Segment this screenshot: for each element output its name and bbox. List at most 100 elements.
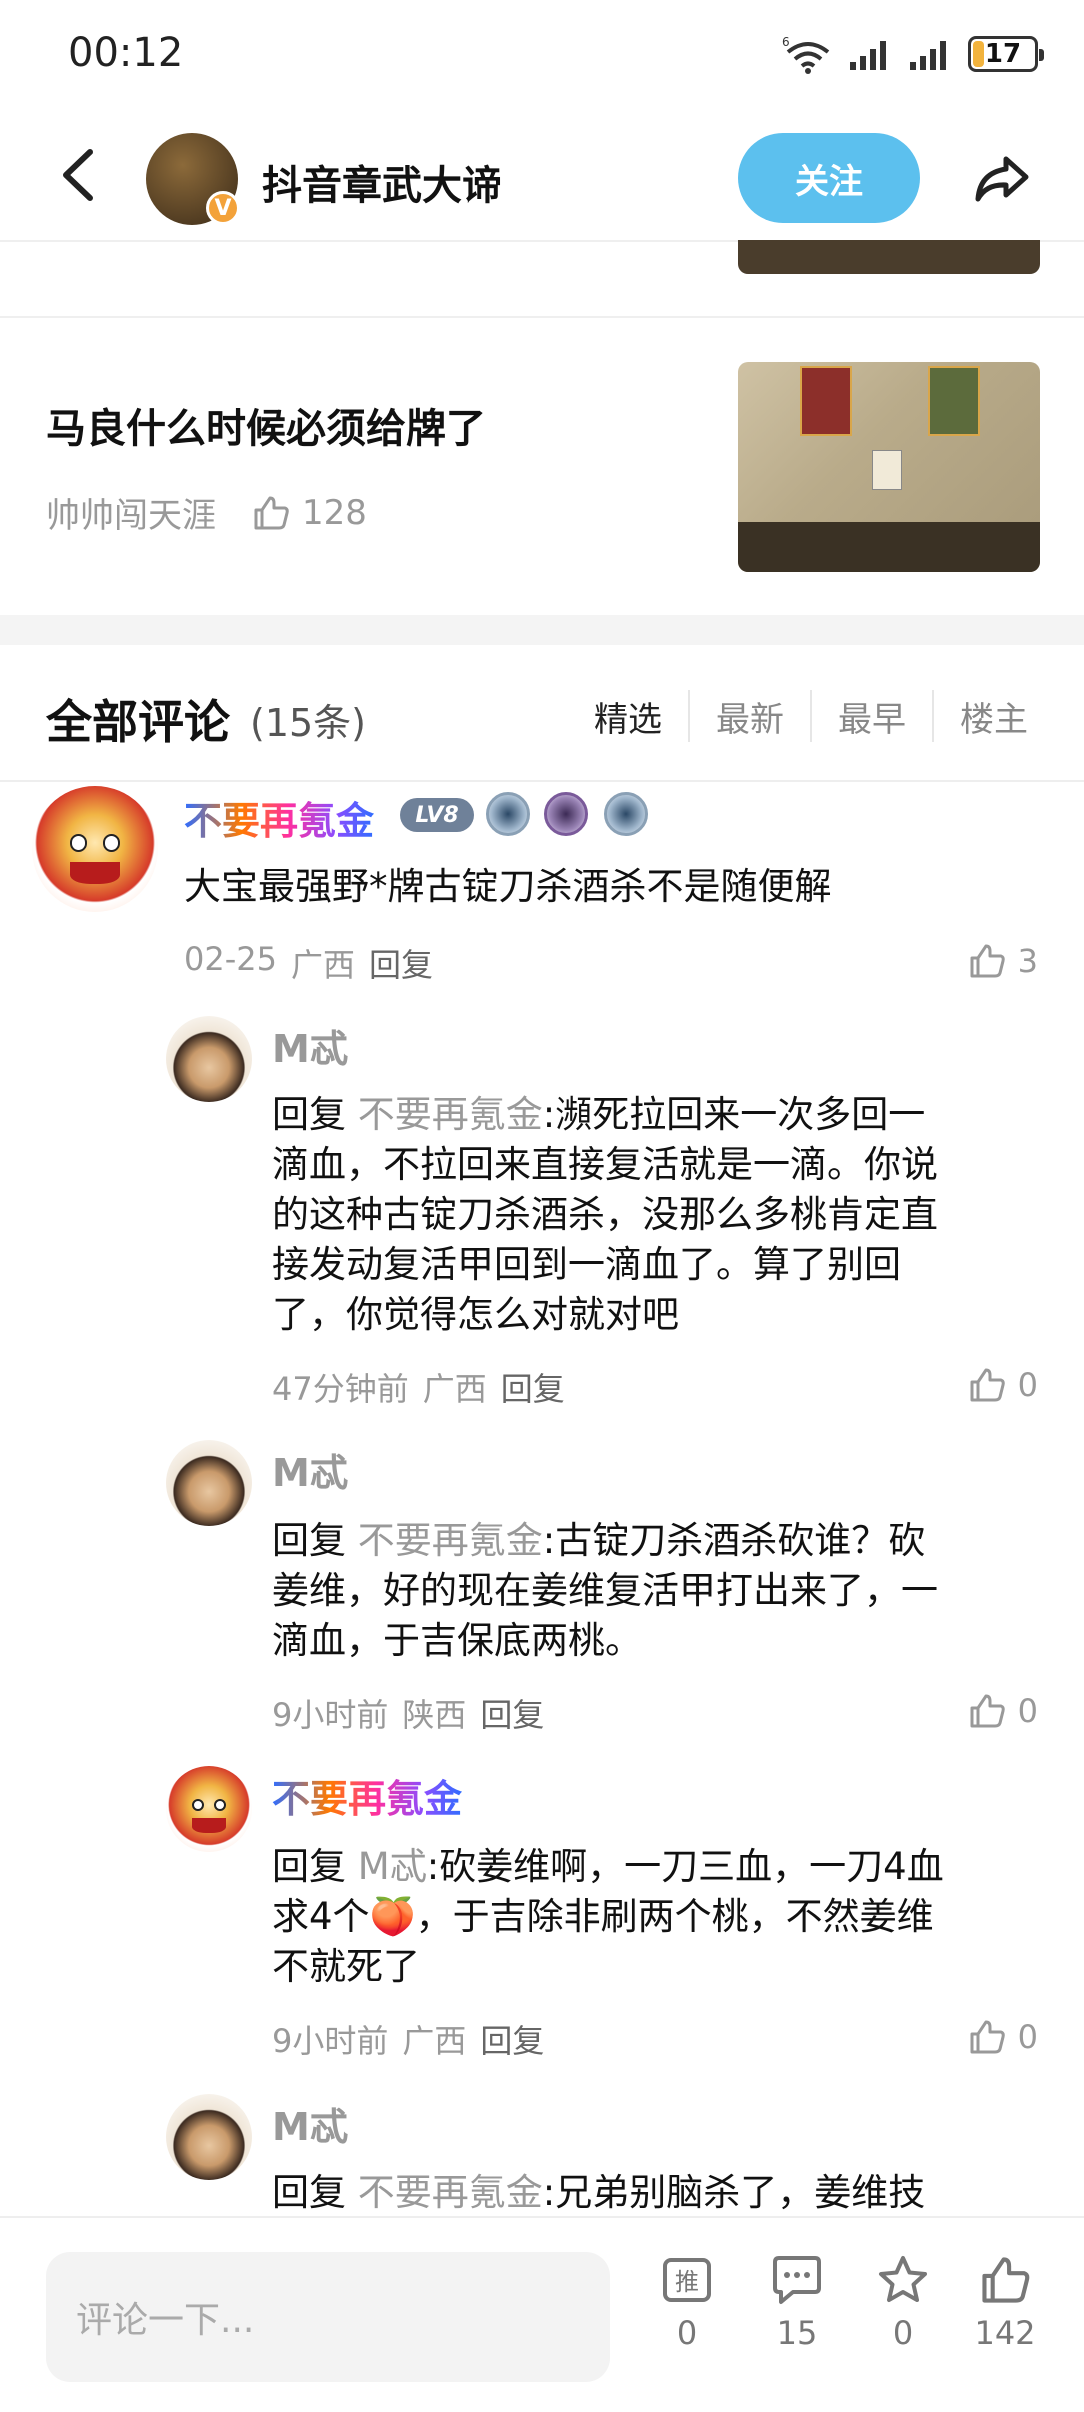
comment-date: 9小时前 — [272, 1696, 389, 1734]
comment-date: 02-25 — [184, 940, 277, 978]
previous-article-thumbnail[interactable] — [738, 240, 1040, 274]
comment-author[interactable]: M忒 — [272, 2096, 348, 2151]
article-author[interactable]: 帅帅闯天涯 — [46, 488, 216, 537]
avatar[interactable] — [166, 1016, 252, 1102]
reply-button[interactable]: 回复 — [480, 2016, 544, 2062]
tab-latest[interactable]: 最新 — [688, 690, 810, 742]
avatar[interactable] — [166, 1766, 252, 1852]
comment-text: 回复 不要再氪金:兄弟别脑杀了，姜维技 — [272, 2168, 1042, 2218]
thumbs-up-icon — [970, 1368, 1005, 1402]
comment-like[interactable]: 0 — [968, 1366, 1038, 1404]
sort-tabs: 精选 最新 最早 楼主 — [568, 688, 1054, 744]
article-meta: 帅帅闯天涯 128 — [46, 488, 367, 537]
mention[interactable]: M忒 — [358, 1845, 427, 1888]
comment-line: 回复 不要再氪金:古锭刀杀酒杀砍谁？砍 — [272, 1519, 926, 1562]
comment-line: 不就死了 — [272, 1945, 420, 1988]
comments-count: (15条) — [250, 701, 367, 745]
share-icon[interactable] — [972, 151, 1032, 207]
tab-featured[interactable]: 精选 — [568, 690, 688, 742]
comments-button[interactable]: 15 — [752, 2254, 842, 2352]
comment-input[interactable]: 评论一下... — [46, 2252, 610, 2382]
comment-author[interactable]: M忒 — [272, 1442, 348, 1497]
article-like[interactable]: 128 — [252, 493, 367, 533]
comment-location: 陕西 — [402, 1696, 467, 1734]
star-icon — [879, 2256, 927, 2302]
recommend-icon: 推 — [663, 2258, 711, 2302]
comment-like[interactable]: 3 — [968, 942, 1038, 980]
comment-like[interactable]: 0 — [968, 2018, 1038, 2056]
battery-fill — [973, 41, 984, 67]
mention[interactable]: 不要再氪金 — [358, 2171, 543, 2214]
medal-icon — [604, 792, 648, 836]
like-count: 0 — [1017, 1366, 1038, 1404]
thumbnail-card — [928, 366, 980, 436]
reply-button[interactable]: 回复 — [369, 940, 433, 986]
favorite-count: 0 — [892, 2314, 914, 2352]
comment-text: 大宝最强野*牌古锭刀杀酒杀不是随便解 — [184, 865, 832, 908]
status-time: 00:12 — [68, 30, 184, 76]
wifi-icon: 6 — [782, 35, 830, 74]
comment-count: 15 — [776, 2314, 818, 2352]
comment-icon — [773, 2256, 821, 2304]
comment-line: 回复 不要再氪金:瀕死拉回来一次多回一 — [272, 1093, 926, 1136]
medal-icon — [486, 792, 530, 836]
comment-text: 回复 M忒:砍姜维啊，一刀三血，一刀4血 求4个🍑，于吉除非刷两个桃，不然姜维 … — [272, 1842, 1042, 1992]
comment-author[interactable]: M忒 — [272, 1018, 348, 1073]
comment-line: 回复 不要再氪金:兄弟别脑杀了，姜维技 — [272, 2171, 926, 2214]
comment-line: 的这种古锭刀杀酒杀，没那么多桃肯定直 — [272, 1193, 938, 1236]
comment-location: 广西 — [402, 2022, 467, 2060]
like-count: 3 — [1017, 942, 1038, 980]
signal-icon — [850, 41, 886, 70]
like-count: 0 — [1017, 2018, 1038, 2056]
like-count: 142 — [974, 2314, 1036, 2352]
comment-author[interactable]: 不要再氪金 — [184, 790, 374, 845]
recommend-count: 0 — [676, 2314, 698, 2352]
avatar[interactable] — [32, 786, 158, 912]
comment-line: 滴血，不拉回来直接复活就是一滴。你说 — [272, 1143, 938, 1186]
recommend-button[interactable]: 推 0 — [642, 2254, 732, 2352]
comment-line: 求4个🍑，于吉除非刷两个桃，不然姜维 — [272, 1895, 934, 1938]
thumbs-up-icon — [982, 2257, 1030, 2303]
article-title[interactable]: 马良什么时候必须给牌了 — [46, 396, 486, 454]
thumbs-up-icon — [970, 1694, 1005, 1728]
comments-title: 全部评论 — [46, 695, 230, 749]
section-separator — [0, 615, 1084, 645]
favorite-button[interactable]: 0 — [858, 2254, 948, 2352]
comment-meta: 47分钟前 广西 回复 — [272, 1364, 565, 1410]
like-button[interactable]: 142 — [960, 2254, 1050, 2352]
comment-line: 滴血，于吉保底两桃。 — [272, 1619, 642, 1662]
like-count: 0 — [1017, 1692, 1038, 1730]
reply-button[interactable]: 回复 — [501, 1364, 565, 1410]
avatar[interactable] — [166, 2094, 252, 2180]
battery-indicator: 17 — [968, 36, 1044, 72]
reply-button[interactable]: 回复 — [480, 1690, 544, 1736]
comment-location: 广西 — [422, 1370, 487, 1408]
comment-meta: 9小时前 广西 回复 — [272, 2016, 544, 2062]
comment-author[interactable]: 不要再氪金 — [272, 1768, 462, 1823]
comment-date: 9小时前 — [272, 2022, 389, 2060]
comment-text: 回复 不要再氪金:古锭刀杀酒杀砍谁？砍 姜维，好的现在姜维复活甲打出来了，一 滴… — [272, 1516, 1042, 1666]
status-icons: 6 17 — [782, 30, 1044, 78]
verified-badge: V — [206, 191, 240, 225]
comment-date: 47分钟前 — [272, 1370, 409, 1408]
author-name[interactable]: 抖音章武大谛 — [262, 153, 502, 211]
bottom-action-bar: 评论一下... 推 0 15 0 142 — [0, 2216, 1084, 2412]
comment-line: 回复 M忒:砍姜维啊，一刀三血，一刀4血 — [272, 1845, 944, 1888]
follow-button[interactable]: 关注 — [738, 133, 920, 223]
comment-like[interactable]: 0 — [968, 1692, 1038, 1730]
article-thumbnail[interactable] — [738, 362, 1040, 572]
tab-earliest[interactable]: 最早 — [810, 690, 932, 742]
back-icon[interactable] — [50, 140, 110, 210]
thumbs-up-icon — [970, 2020, 1005, 2054]
thumbs-up-icon — [970, 944, 1005, 978]
divider — [0, 780, 1084, 782]
avatar[interactable] — [166, 1440, 252, 1526]
tab-author-only[interactable]: 楼主 — [932, 690, 1054, 742]
network-label: 6 — [782, 35, 790, 49]
status-bar: 00:12 6 17 — [0, 0, 1084, 115]
comment-text: 回复 不要再氪金:瀕死拉回来一次多回一 滴血，不拉回来直接复活就是一滴。你说 的… — [272, 1090, 1042, 1340]
mention[interactable]: 不要再氪金 — [358, 1519, 543, 1562]
profile-header: V 抖音章武大谛 关注 — [0, 115, 1084, 240]
mention[interactable]: 不要再氪金 — [358, 1093, 543, 1136]
comment-line: 了，你觉得怎么对就对吧 — [272, 1293, 679, 1336]
